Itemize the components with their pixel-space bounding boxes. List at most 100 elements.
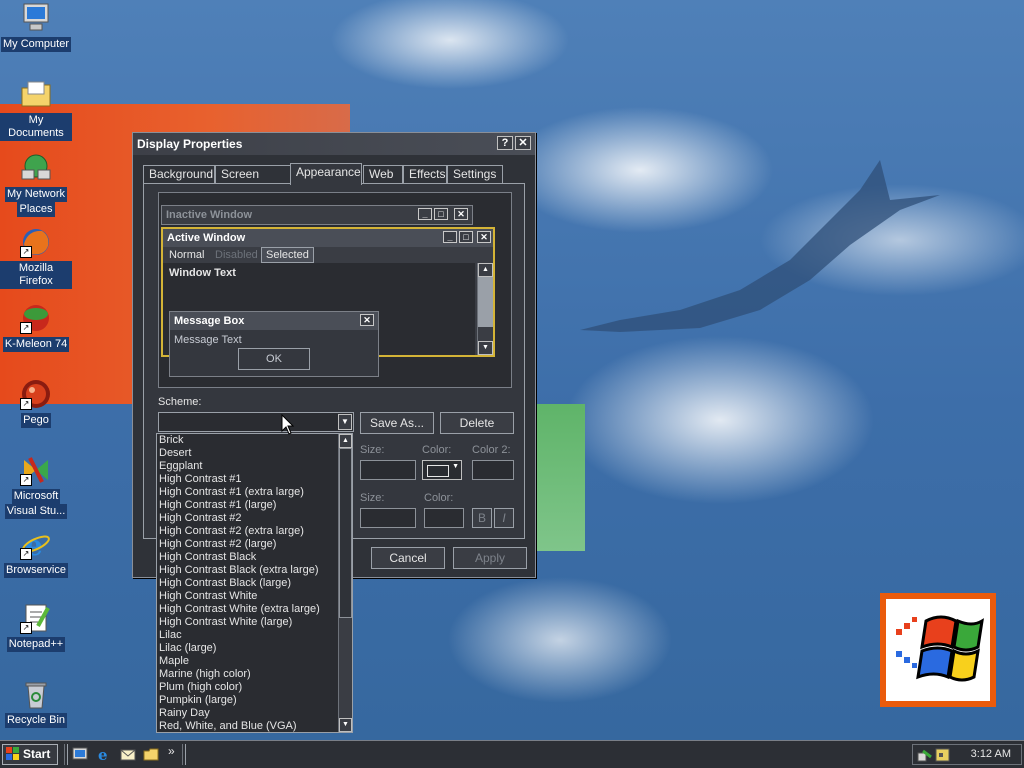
scroll-up-icon[interactable]: ▲ [339, 434, 352, 448]
scroll-down-icon: ▼ [478, 341, 493, 355]
windows-flag-icon [896, 615, 984, 682]
tab-web[interactable]: Web [363, 165, 403, 183]
scheme-option[interactable]: High Contrast #2 [159, 512, 352, 525]
scheme-option[interactable]: Rainy Day [159, 707, 352, 720]
windows-logo-box [880, 593, 996, 707]
tab-screen-saver[interactable]: Screen Saver [215, 165, 291, 198]
scheme-option[interactable]: Desert [159, 447, 352, 460]
internet-explorer-icon[interactable]: e [96, 746, 112, 762]
desktop-icon-my-network-places[interactable]: My Network Places [0, 152, 72, 217]
outlook-express-icon[interactable] [120, 746, 136, 762]
help-button[interactable]: ? [497, 136, 513, 150]
scheme-dropdown-list[interactable]: Brick Desert Eggplant High Contrast #1 High … [156, 433, 353, 733]
quick-launch-chevron[interactable]: » [168, 744, 175, 758]
dropdown-scrollbar[interactable]: ▲ ▼ [338, 434, 352, 732]
close-icon: ✕ [360, 314, 374, 326]
dropdown-scroll-thumb[interactable] [339, 448, 352, 618]
taskbar: Start e » 3:12 AM [0, 740, 1024, 768]
scheme-option[interactable]: High Contrast #1 (large) [159, 499, 352, 512]
scheme-option[interactable]: High Contrast Black (large) [159, 577, 352, 590]
scheme-option[interactable]: Marine (high color) [159, 668, 352, 681]
desktop-icon-label: K-Meleon 74 [2, 337, 70, 352]
desktop-icon-recycle-bin[interactable]: Recycle Bin [0, 678, 72, 728]
scheme-option[interactable]: Lilac [159, 629, 352, 642]
tab-appearance[interactable]: Appearance [290, 163, 362, 185]
scheme-option[interactable]: Red, White, and Blue (VGA) [159, 720, 352, 732]
mouse-cursor-icon [281, 414, 295, 435]
apply-button[interactable]: Apply [453, 547, 527, 569]
windows-start-icon [6, 747, 19, 760]
network-tray-icon[interactable] [917, 747, 933, 763]
volume-tray-icon[interactable] [935, 747, 951, 763]
scheme-option[interactable]: High Contrast Black [159, 551, 352, 564]
scheme-option[interactable]: High Contrast #1 (extra large) [159, 486, 352, 499]
desktop-icon-k-meleon[interactable]: ↗ K-Meleon 74 [0, 302, 72, 352]
desktop-icon-label: Browservice [4, 563, 68, 578]
scroll-down-icon[interactable]: ▼ [339, 718, 352, 732]
visual-studio-icon: ↗ [20, 454, 52, 486]
scheme-option[interactable]: High Contrast #2 (extra large) [159, 525, 352, 538]
folder-icon[interactable] [143, 746, 159, 762]
network-icon [20, 152, 52, 184]
item-color2-picker[interactable] [472, 460, 514, 480]
scheme-option[interactable]: High Contrast White (large) [159, 616, 352, 629]
desktop-icon-notepad-plus-plus[interactable]: ↗ Notepad++ [0, 602, 72, 652]
chevron-down-icon[interactable]: ▼ [338, 414, 352, 430]
chevron-down-icon: ▼ [452, 463, 459, 470]
scheme-option[interactable]: Plum (high color) [159, 681, 352, 694]
desktop-icon-pego[interactable]: ↗ Pego [0, 378, 72, 428]
font-size-label: Size: [360, 492, 385, 504]
computer-icon [20, 2, 52, 34]
save-as-button[interactable]: Save As... [360, 412, 434, 434]
item-color-picker[interactable]: ▼ [422, 460, 462, 480]
k-meleon-icon: ↗ [20, 302, 52, 334]
desktop-icon-browservice[interactable]: e ↗ Browservice [0, 528, 72, 578]
scheme-combo[interactable]: ▼ [158, 412, 354, 432]
scroll-up-icon: ▲ [478, 263, 493, 277]
message-box-title: Message Box [174, 315, 245, 327]
clock[interactable]: 3:12 AM [971, 745, 1011, 764]
tab-background[interactable]: Background [143, 165, 215, 183]
scheme-option[interactable]: Brick [159, 434, 352, 447]
start-button[interactable]: Start [2, 744, 58, 765]
scheme-option[interactable]: Lilac (large) [159, 642, 352, 655]
item-size-spinner[interactable] [360, 460, 416, 480]
cancel-button[interactable]: Cancel [371, 547, 445, 569]
scheme-option[interactable]: High Contrast White [159, 590, 352, 603]
scheme-option[interactable]: High Contrast #1 [159, 473, 352, 486]
scheme-option[interactable]: High Contrast Black (extra large) [159, 564, 352, 577]
italic-button[interactable]: I [494, 508, 514, 528]
desktop-icon-my-documents[interactable]: My Documents [0, 78, 72, 141]
show-desktop-icon[interactable] [72, 746, 88, 762]
scheme-option[interactable]: Eggplant [159, 460, 352, 473]
bold-button[interactable]: B [472, 508, 492, 528]
close-icon: ✕ [477, 231, 491, 243]
font-color-label: Color: [424, 492, 454, 504]
taskbar-divider [64, 744, 68, 765]
scheme-option[interactable]: Maple [159, 655, 352, 668]
font-color-picker[interactable] [424, 508, 464, 528]
system-tray: 3:12 AM [912, 744, 1022, 765]
tab-effects[interactable]: Effects [403, 165, 447, 183]
preview-scrollbar: ▲ ▼ [477, 263, 493, 355]
preview-active-title: Active Window _ □ ✕ [163, 229, 493, 247]
dialog-titlebar[interactable]: Display Properties ? ✕ [133, 133, 535, 155]
tab-settings[interactable]: Settings [447, 165, 503, 183]
shortcut-arrow-icon: ↗ [20, 622, 32, 634]
maximize-icon: □ [434, 208, 448, 220]
shortcut-arrow-icon: ↗ [20, 322, 32, 334]
desktop-icon-my-computer[interactable]: My Computer [0, 2, 72, 52]
scheme-option[interactable]: Pumpkin (large) [159, 694, 352, 707]
scheme-option[interactable]: High Contrast White (extra large) [159, 603, 352, 616]
desktop-icon-mozilla-firefox[interactable]: ↗ Mozilla Firefox [0, 226, 72, 289]
minimize-icon: _ [443, 231, 457, 243]
internet-explorer-icon: e ↗ [20, 528, 52, 562]
scheme-preview[interactable]: Inactive Window _ □ ✕ Active Window _ □ … [158, 192, 512, 388]
scheme-option[interactable]: High Contrast #2 (large) [159, 538, 352, 551]
desktop-icon-visual-studio[interactable]: ↗ Microsoft Visual Stu... [0, 454, 72, 519]
close-button[interactable]: ✕ [515, 136, 531, 150]
preview-inactive-title: Inactive Window _ □ ✕ [162, 206, 472, 224]
delete-button[interactable]: Delete [440, 412, 514, 434]
start-label: Start [23, 747, 51, 761]
font-size-combo[interactable] [360, 508, 416, 528]
